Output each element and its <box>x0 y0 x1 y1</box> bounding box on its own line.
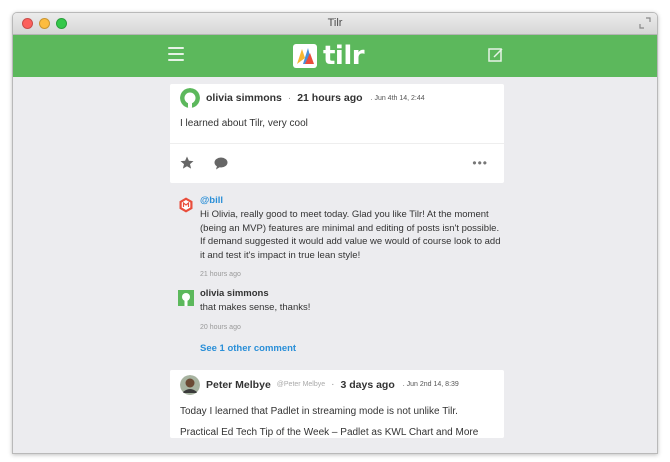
comment-icon[interactable] <box>214 157 228 170</box>
comment-time: 21 hours ago <box>200 271 241 278</box>
tilr-logo-icon <box>293 44 317 68</box>
comment-author[interactable]: @bill <box>200 195 504 206</box>
star-icon[interactable] <box>180 156 194 170</box>
avatar[interactable] <box>178 290 194 306</box>
post-time-ago[interactable]: 21 hours ago <box>297 92 362 104</box>
logo-text: tilr <box>323 41 365 71</box>
post-body: I learned about Tilr, very cool <box>180 118 308 129</box>
avatar[interactable] <box>180 374 200 395</box>
separator: · <box>331 379 335 390</box>
comment-text: Hi Olivia, really good to meet today. Gl… <box>200 209 501 261</box>
separator: · <box>287 92 292 104</box>
comment-thread: @bill Hi Olivia, really good to meet tod… <box>170 183 504 354</box>
more-options-icon[interactable]: ••• <box>472 157 488 169</box>
post-timestamp: . Jun 2nd 14, 8:39 <box>402 381 459 388</box>
post-header: olivia simmons · 21 hours ago . Jun 4th … <box>170 84 504 112</box>
post-text: Today I learned that Padlet in streaming… <box>180 405 458 417</box>
comment: @bill Hi Olivia, really good to meet tod… <box>174 195 504 278</box>
fullscreen-icon[interactable] <box>639 17 651 29</box>
app-window: Tilr tilr olivia simmons · 21 hours ago … <box>12 12 658 454</box>
post-actions: ••• <box>170 143 504 183</box>
comment-author[interactable]: olivia simmons <box>200 288 504 299</box>
post-author[interactable]: Peter Melbye <box>206 379 271 391</box>
comment: olivia simmons that makes sense, thanks!… <box>174 288 504 331</box>
post-time-ago[interactable]: 3 days ago <box>340 379 394 391</box>
app-header: tilr <box>13 35 657 77</box>
compose-icon[interactable] <box>487 46 505 64</box>
title-bar: Tilr <box>13 13 657 35</box>
feed: olivia simmons · 21 hours ago . Jun 4th … <box>170 83 504 438</box>
see-other-comments-link[interactable]: See 1 other comment <box>200 343 504 354</box>
post-body: Today I learned that Padlet in streaming… <box>170 400 504 438</box>
window-title: Tilr <box>327 17 343 29</box>
post-card: Peter Melbye @Peter Melbye · 3 days ago … <box>170 369 504 438</box>
comment-text: that makes sense, thanks! <box>200 302 311 313</box>
post-link-title[interactable]: Practical Ed Tech Tip of the Week – Padl… <box>180 427 494 438</box>
comment-time: 20 hours ago <box>200 323 241 331</box>
avatar[interactable] <box>178 197 194 213</box>
post-author[interactable]: olivia simmons <box>206 92 282 104</box>
tilr-logo: tilr <box>293 40 365 72</box>
post-handle: @Peter Melbye <box>276 381 326 388</box>
hamburger-menu-icon[interactable] <box>168 47 184 61</box>
post-card: olivia simmons · 21 hours ago . Jun 4th … <box>170 84 504 183</box>
post-timestamp: . Jun 4th 14, 2:44 <box>370 94 425 102</box>
post-header: Peter Melbye @Peter Melbye · 3 days ago … <box>170 370 504 400</box>
avatar[interactable] <box>180 88 200 108</box>
